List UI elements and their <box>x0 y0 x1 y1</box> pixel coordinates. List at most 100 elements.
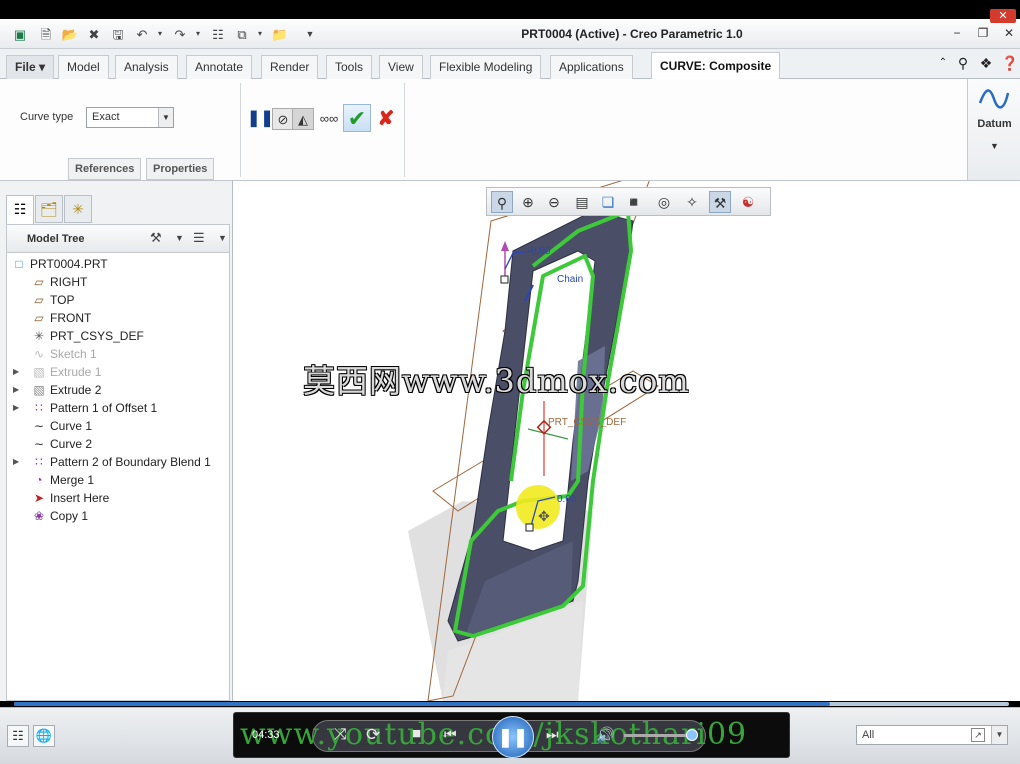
tree-item[interactable]: ➤ Insert Here <box>7 489 229 507</box>
next-icon[interactable]: ⏭ <box>546 726 559 743</box>
curve-icon: ∼ <box>33 437 45 451</box>
perspective-camera-icon[interactable]: ◎ <box>653 191 675 213</box>
expand-arrow-icon[interactable]: ▶ <box>13 381 23 399</box>
dimension-top[interactable]: 0.00 <box>531 246 550 257</box>
tree-item[interactable]: ❀ Copy 1 <box>7 507 229 525</box>
tree-item-label: Extrude 2 <box>50 383 102 397</box>
ribbon-divider <box>240 83 241 177</box>
tree-settings-icon[interactable]: ⚒ <box>150 230 162 246</box>
repaint-icon[interactable]: ▤ <box>571 191 593 213</box>
tab-analysis[interactable]: Analysis <box>115 55 178 79</box>
copy-icon: ❀ <box>33 509 45 523</box>
volume-slider[interactable] <box>624 734 694 737</box>
tree-item[interactable]: ▱ FRONT <box>7 309 229 327</box>
dimension-bottom[interactable]: 0.00 <box>557 494 576 505</box>
restore-button[interactable]: ❐ <box>974 25 992 41</box>
browser-toggle-icon[interactable]: 🌐 <box>33 725 55 747</box>
zoom-in-icon[interactable]: ⊕ <box>517 191 539 213</box>
curve-type-select[interactable]: Exact ▼ <box>86 107 174 128</box>
pattern-icon: ∷ <box>35 401 43 415</box>
datum-display-filters-icon[interactable]: ☯ <box>737 191 759 213</box>
verify-glasses-button[interactable]: ∞∞ <box>318 108 340 130</box>
collapse-ribbon-icon[interactable]: ⌃ <box>935 55 951 71</box>
tree-item[interactable]: ∼ Curve 1 <box>7 417 229 435</box>
folder-browser-tab[interactable]: 🗂 <box>35 195 63 223</box>
tree-item-label: Pattern 1 of Offset 1 <box>50 401 158 415</box>
display-style-icon[interactable]: ❏ <box>597 191 619 213</box>
resize-icon[interactable]: ↗ <box>971 728 985 742</box>
no-preview-button[interactable]: ⊘ <box>272 108 294 130</box>
tab-annotate[interactable]: Annotate <box>186 55 253 79</box>
tree-item[interactable]: ▶ ▧ Extrude 1 <box>7 363 229 381</box>
show-list-icon[interactable]: ☰ <box>193 230 205 246</box>
pause-button[interactable]: ❚❚ <box>492 716 534 758</box>
end-handle-top[interactable] <box>500 275 509 284</box>
ribbon-divider <box>404 83 405 177</box>
tab-file[interactable]: File ▾ <box>6 55 55 79</box>
community-icon[interactable]: ❖ <box>978 55 994 71</box>
saved-views-icon[interactable]: ◾ <box>623 191 645 213</box>
tree-item-label: Extrude 1 <box>50 365 102 379</box>
tree-item[interactable]: □ PRT0004.PRT <box>7 255 229 273</box>
creo-window: ▣ 🗎 📂 ✖ 🖫 ↶ ▾ ↷ ▾ ☷ ⧉ ▾ 📁 ▼ PRT0004 (Act… <box>0 0 1020 764</box>
watermark-text: 莫西网www.3dmox.com <box>303 362 690 400</box>
tree-item[interactable]: ▱ RIGHT <box>7 273 229 291</box>
shuffle-icon[interactable]: ⤨ <box>334 726 347 744</box>
pattern-icon: ∷ <box>35 455 43 469</box>
annotation-display-icon[interactable]: ⚒ <box>709 191 731 213</box>
volume-thumb[interactable] <box>686 729 698 741</box>
expand-arrow-icon[interactable]: ▶ <box>13 453 23 471</box>
ok-button[interactable]: ✔ <box>343 104 371 132</box>
model-tree: □ PRT0004.PRT ▱ RIGHT ▱ TOP ▱ FRONT ✳ PRT_CSYS_DE… <box>6 253 230 701</box>
close-button[interactable]: ✕ <box>990 9 1016 23</box>
expand-arrow-icon[interactable]: ▶ <box>13 363 23 381</box>
volume-icon[interactable]: 🔊 <box>596 726 615 744</box>
tab-tools[interactable]: Tools <box>326 55 373 79</box>
previous-icon[interactable]: ⏮ <box>444 726 457 743</box>
spin-center-icon[interactable]: ✧ <box>681 191 703 213</box>
tab-properties[interactable]: Properties <box>146 158 215 180</box>
help-close-button[interactable]: ✕ <box>1000 25 1018 41</box>
model-tree-tab[interactable]: ☷ <box>6 195 34 225</box>
tree-item[interactable]: ▶ ▧ Extrude 2 <box>7 381 229 399</box>
repeat-icon[interactable]: ⟳ <box>366 725 380 745</box>
tree-item[interactable]: ∼ Curve 2 <box>7 435 229 453</box>
tab-model[interactable]: Model <box>58 55 109 79</box>
video-progress-bar[interactable] <box>14 702 1009 706</box>
tree-item[interactable]: ∿ Sketch 1 <box>7 345 229 363</box>
tab-curve-composite[interactable]: CURVE: Composite <box>651 52 781 80</box>
stop-icon[interactable]: ■ <box>412 725 421 742</box>
preview-button[interactable]: ◭ <box>292 108 314 130</box>
curve-icon: ∼ <box>33 419 45 433</box>
chevron-down-icon[interactable]: ▼ <box>218 233 227 243</box>
chevron-down-icon: ▼ <box>991 726 1007 744</box>
search-icon[interactable]: ⚲ <box>955 55 971 71</box>
tab-applications[interactable]: Applications <box>550 55 633 79</box>
tab-flexible-modeling[interactable]: Flexible Modeling <box>430 55 542 79</box>
navigator-panel: ☷ 🗂 ✳ Model Tree ⚒ ▼ ☰ ▼ □ PRT0004.PRT ▱ RI… <box>0 181 233 701</box>
minimize-button[interactable]: − <box>948 25 966 41</box>
tree-item[interactable]: ▶ ∷ Pattern 2 of Boundary Blend 1 <box>7 453 229 471</box>
refit-icon[interactable]: ⚲ <box>491 191 513 213</box>
tree-item[interactable]: ✳ PRT_CSYS_DEF <box>7 327 229 345</box>
tab-render[interactable]: Render <box>261 55 319 79</box>
favorites-tab[interactable]: ✳ <box>64 195 92 223</box>
curve-type-value: Exact <box>92 111 120 123</box>
end-handle-bottom[interactable] <box>525 523 534 532</box>
tab-references[interactable]: References <box>68 158 142 180</box>
navigator-toggle-icon[interactable]: ☷ <box>7 725 29 747</box>
datum-label: Datum <box>977 118 1012 130</box>
datum-button[interactable]: Datum ▼ <box>967 79 1020 180</box>
chevron-down-icon[interactable]: ▼ <box>175 233 184 243</box>
tree-item[interactable]: ▶ ∷ Pattern 1 of Offset 1 <box>7 399 229 417</box>
tree-item[interactable]: ▱ TOP <box>7 291 229 309</box>
help-icon[interactable]: ❓ <box>1001 55 1018 71</box>
pause-button[interactable]: ❚❚ <box>247 108 274 130</box>
tab-view[interactable]: View <box>379 55 423 79</box>
expand-arrow-icon[interactable]: ▶ <box>13 399 23 417</box>
graphics-window[interactable]: ✥ ⚲ ⊕ ⊖ ▤ ❏ ◾ ◎ ✧ ⚒ ☯ 0.00 Chain PRT_CSY… <box>233 181 1020 701</box>
tree-item[interactable]: ◔ Merge 1 <box>7 471 229 489</box>
cancel-button[interactable]: ✘ <box>375 108 397 130</box>
selection-filter-select[interactable]: All ↗ ▼ <box>856 725 1008 745</box>
zoom-out-icon[interactable]: ⊖ <box>543 191 565 213</box>
